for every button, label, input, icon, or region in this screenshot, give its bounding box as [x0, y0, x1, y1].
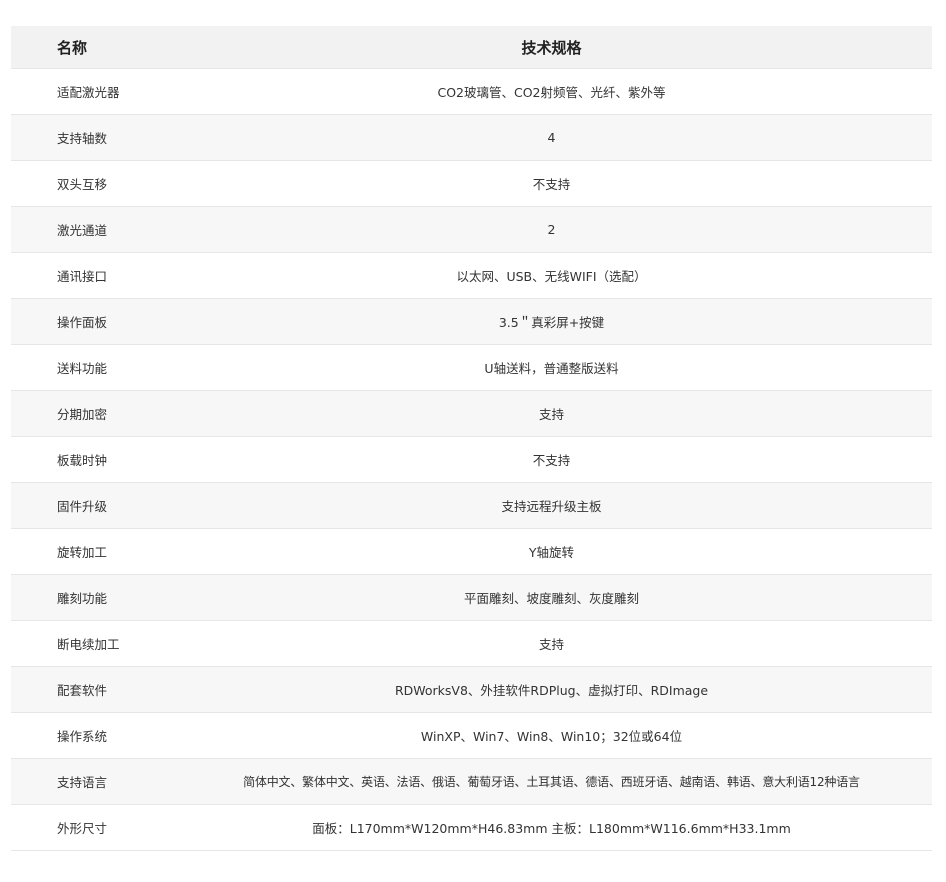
row-spec: 支持: [171, 390, 932, 437]
table-row: 雕刻功能 平面雕刻、坡度雕刻、灰度雕刻: [11, 574, 932, 621]
table-row: 分期加密 支持: [11, 390, 932, 437]
row-name: 固件升级: [11, 482, 171, 529]
row-name: 分期加密: [11, 390, 171, 437]
table-row: 激光通道 2: [11, 206, 932, 253]
column-header-spec: 技术规格: [171, 26, 932, 69]
table-row: 送料功能 U轴送料，普通整版送料: [11, 344, 932, 391]
row-spec: 4: [171, 114, 932, 161]
table-row: 断电续加工 支持: [11, 620, 932, 667]
row-name: 送料功能: [11, 344, 171, 391]
row-name: 雕刻功能: [11, 574, 171, 621]
row-spec: 支持远程升级主板: [171, 482, 932, 529]
row-spec: 简体中文、繁体中文、英语、法语、俄语、葡萄牙语、土耳其语、德语、西班牙语、越南语…: [171, 758, 932, 805]
column-header-name: 名称: [11, 26, 171, 69]
row-spec: WinXP、Win7、Win8、Win10；32位或64位: [171, 712, 932, 759]
table-row: 操作系统 WinXP、Win7、Win8、Win10；32位或64位: [11, 712, 932, 759]
row-spec: 2: [171, 206, 932, 253]
row-name: 支持语言: [11, 758, 171, 805]
spec-table: 名称 技术规格 适配激光器 CO2玻璃管、CO2射频管、光纤、紫外等 支持轴数 …: [11, 26, 932, 851]
row-name: 通讯接口: [11, 252, 171, 299]
table-row: 支持语言 简体中文、繁体中文、英语、法语、俄语、葡萄牙语、土耳其语、德语、西班牙…: [11, 758, 932, 805]
row-name: 板载时钟: [11, 436, 171, 483]
row-name: 断电续加工: [11, 620, 171, 667]
table-row: 支持轴数 4: [11, 114, 932, 161]
table-row: 通讯接口 以太网、USB、无线WIFI（选配）: [11, 252, 932, 299]
row-name: 适配激光器: [11, 68, 171, 115]
table-row: 配套软件 RDWorksV8、外挂软件RDPlug、虚拟打印、RDImage: [11, 666, 932, 713]
row-spec: U轴送料，普通整版送料: [171, 344, 932, 391]
row-spec: 支持: [171, 620, 932, 667]
table-row: 板载时钟 不支持: [11, 436, 932, 483]
table-row: 固件升级 支持远程升级主板: [11, 482, 932, 529]
row-name: 外形尺寸: [11, 804, 171, 851]
row-name: 旋转加工: [11, 528, 171, 575]
row-name: 支持轴数: [11, 114, 171, 161]
row-spec: Y轴旋转: [171, 528, 932, 575]
row-name: 操作面板: [11, 298, 171, 345]
row-name: 操作系统: [11, 712, 171, 759]
table-row: 旋转加工 Y轴旋转: [11, 528, 932, 575]
table-row: 双头互移 不支持: [11, 160, 932, 207]
table-row: 外形尺寸 面板：L170mm*W120mm*H46.83mm 主板：L180mm…: [11, 804, 932, 851]
row-spec: 以太网、USB、无线WIFI（选配）: [171, 252, 932, 299]
row-spec: CO2玻璃管、CO2射频管、光纤、紫外等: [171, 68, 932, 115]
row-spec: 不支持: [171, 160, 932, 207]
row-spec: RDWorksV8、外挂软件RDPlug、虚拟打印、RDImage: [171, 666, 932, 713]
table-row: 操作面板 3.5＂真彩屏+按键: [11, 298, 932, 345]
table-row: 适配激光器 CO2玻璃管、CO2射频管、光纤、紫外等: [11, 68, 932, 115]
table-header-row: 名称 技术规格: [11, 26, 932, 69]
row-spec: 不支持: [171, 436, 932, 483]
row-name: 双头互移: [11, 160, 171, 207]
row-name: 激光通道: [11, 206, 171, 253]
row-spec: 3.5＂真彩屏+按键: [171, 298, 932, 345]
row-spec: 平面雕刻、坡度雕刻、灰度雕刻: [171, 574, 932, 621]
row-spec: 面板：L170mm*W120mm*H46.83mm 主板：L180mm*W116…: [171, 804, 932, 851]
row-name: 配套软件: [11, 666, 171, 713]
